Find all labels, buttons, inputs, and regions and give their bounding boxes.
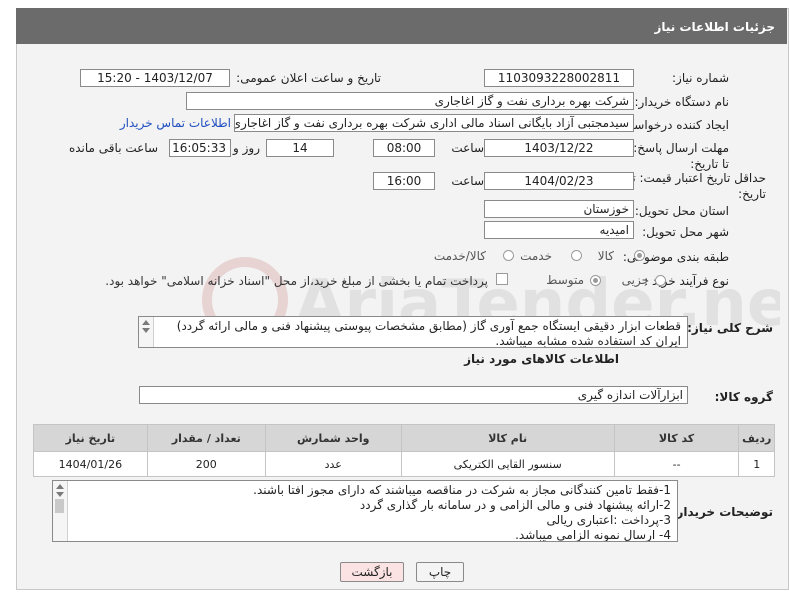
goods-group-label: گروه کالا: xyxy=(714,390,773,404)
cell-name: سنسور القایی الکتریکی xyxy=(400,451,615,477)
deadline-time-label: ساعت xyxy=(451,141,484,155)
buyer-notes-textarea[interactable]: 1-فقط تامین کنندگانی مجاز به شرکت در منا… xyxy=(52,480,678,542)
days-count-field: 14 xyxy=(266,139,334,157)
cell-need-date: 1404/01/26 xyxy=(33,451,148,477)
description-label: شرح کلی نیاز: xyxy=(687,321,773,335)
buyer-note-line: 2-ارائه پیشنهاد فنی و مالی الزامی و در س… xyxy=(359,498,671,512)
treasury-payment-checkbox[interactable] xyxy=(496,273,508,285)
col-unit: واحد شمارش xyxy=(264,424,402,452)
process-minor-label: جزیی xyxy=(621,273,649,287)
goods-group-field: ابزارآلات اندازه گیری xyxy=(139,386,688,404)
buyer-notes-label: توضیحات خریدار: xyxy=(671,505,773,519)
print-button[interactable]: چاپ xyxy=(416,562,464,582)
city-label: شهر محل تحویل: xyxy=(642,225,729,239)
cell-code: -- xyxy=(613,451,740,477)
buyer-note-line: 4- ارسال نمونه الزامی میباشد. xyxy=(515,528,671,542)
col-row: ردیف xyxy=(738,424,775,452)
validity-time-field: 16:00 xyxy=(373,172,435,190)
process-medium-radio[interactable] xyxy=(590,275,601,286)
announce-datetime-field: 1403/12/07 - 15:20 xyxy=(80,69,230,87)
page-title: جزئیات اطلاعات نیاز xyxy=(654,20,775,34)
col-code: کد کالا xyxy=(613,424,740,452)
description-scrollbar[interactable] xyxy=(139,317,154,347)
need-number-field: 1103093228002811 xyxy=(484,69,634,87)
description-line: قطعات ابزار دقیقی ایستگاه جمع آوری گاز (… xyxy=(176,319,681,333)
buyer-notes-scrollbar[interactable] xyxy=(53,481,68,541)
goods-table: ردیف کد کالا نام کالا واحد شمارش تعداد /… xyxy=(33,424,775,477)
validity-date-field: 1404/02/23 xyxy=(484,172,634,190)
table-row: 1 -- سنسور القایی الکتریکی عدد 200 1404/… xyxy=(33,451,775,477)
process-medium-label: متوسط xyxy=(546,273,584,287)
buyer-org-field: شرکت بهره برداری نفت و گاز اغاجاری xyxy=(186,92,634,110)
buyer-note-line: 3-پرداخت :اعتباری ریالی xyxy=(546,513,671,527)
need-number-label: شماره نیاز: xyxy=(672,71,729,85)
process-minor-radio[interactable] xyxy=(655,275,666,286)
validity-time-label: ساعت xyxy=(451,174,484,188)
category-goods-radio[interactable] xyxy=(634,250,645,261)
province-field: خوزستان xyxy=(484,200,634,218)
treasury-payment-text: پرداخت تمام یا بخشی از مبلغ خرید،از محل … xyxy=(105,274,488,288)
validity-label: حداقل تاریخ اعتبار قیمت: تا تاریخ: xyxy=(628,171,766,201)
buyer-org-label: نام دستگاه خریدار: xyxy=(634,95,730,109)
days-label: روز و xyxy=(233,141,260,155)
deadline-date-field: 1403/12/22 xyxy=(484,139,634,157)
deadline-time-field: 08:00 xyxy=(373,139,435,157)
category-both-radio[interactable] xyxy=(503,250,514,261)
category-goods-label: کالا xyxy=(597,249,614,263)
cell-unit: عدد xyxy=(264,451,402,477)
col-quantity: تعداد / مقدار xyxy=(146,424,266,452)
announce-label: تاریخ و ساعت اعلان عمومی: xyxy=(236,71,381,85)
goods-section-title: اطلاعات کالاهای مورد نیاز xyxy=(464,352,619,366)
category-service-label: خدمت xyxy=(520,249,552,263)
cell-quantity: 200 xyxy=(146,451,266,477)
description-line: ایران کد استفاده شده مشابه میباشد. xyxy=(495,334,681,348)
goods-table-header: ردیف کد کالا نام کالا واحد شمارش تعداد /… xyxy=(33,424,775,452)
remaining-time-field: 16:05:33 xyxy=(169,139,231,157)
category-both-label: کالا/خدمت xyxy=(433,249,486,263)
description-textarea[interactable]: قطعات ابزار دقیقی ایستگاه جمع آوری گاز (… xyxy=(138,316,688,348)
cell-row: 1 xyxy=(738,451,775,477)
deadline-label: مهلت ارسال پاسخ: تا تاریخ: xyxy=(633,141,729,171)
buyer-note-line: 1-فقط تامین کنندگانی مجاز به شرکت در منا… xyxy=(253,483,671,497)
creator-label: ایجاد کننده درخواست: xyxy=(618,118,729,132)
province-label: استان محل تحویل: xyxy=(634,204,729,218)
category-service-radio[interactable] xyxy=(571,250,582,261)
page-header: جزئیات اطلاعات نیاز xyxy=(16,8,787,44)
col-need-date: تاریخ نیاز xyxy=(33,424,148,452)
contact-info-link[interactable]: اطلاعات تماس خریدار xyxy=(120,116,231,130)
city-field: امیدیه xyxy=(484,221,634,239)
col-name: نام کالا xyxy=(400,424,615,452)
creator-field: سیدمجتبی آزاد بایگانی اسناد مالی اداری ش… xyxy=(234,114,634,132)
remaining-label: ساعت باقی مانده xyxy=(68,141,158,155)
back-button[interactable]: بازگشت xyxy=(340,562,404,582)
